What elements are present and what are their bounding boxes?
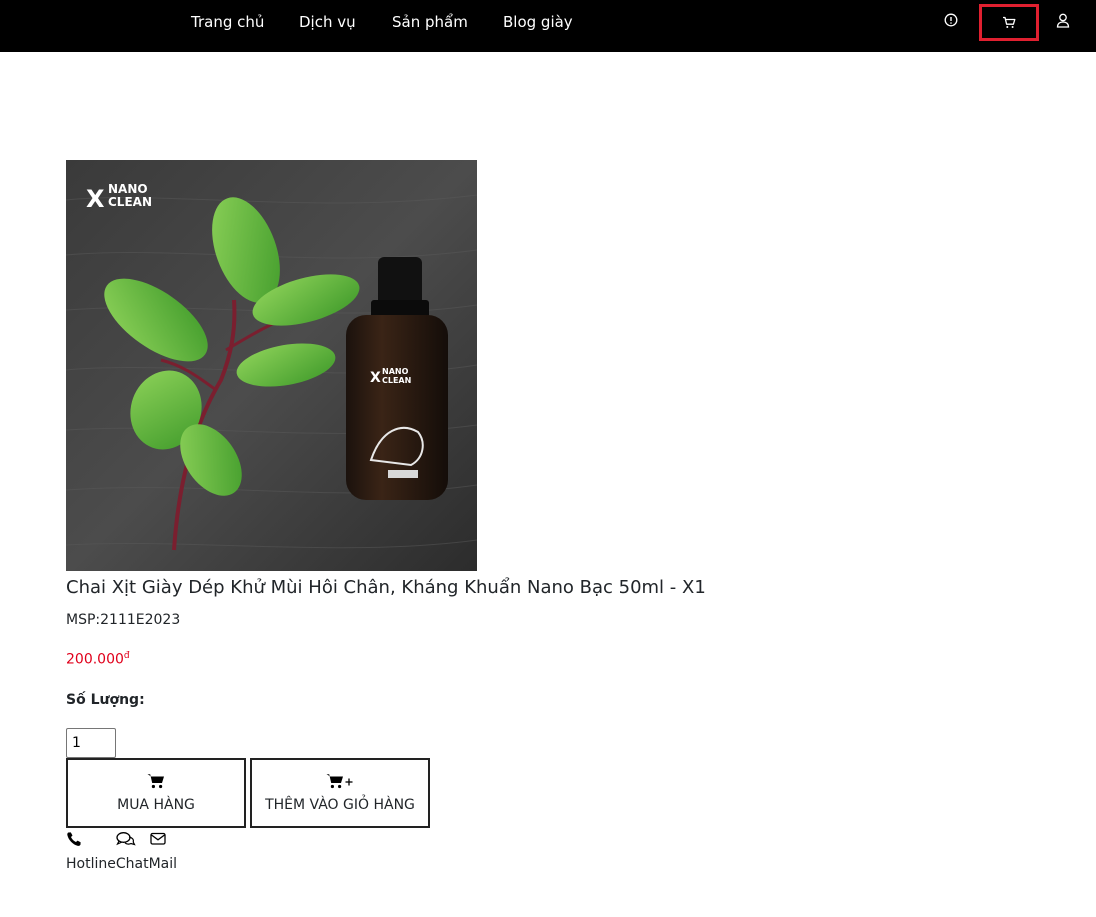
svg-text:CLEAN: CLEAN xyxy=(382,376,411,385)
svg-text:NANO: NANO xyxy=(108,182,148,196)
nav-link-products[interactable]: Sản phẩm xyxy=(392,13,468,31)
price-value: 200.000 xyxy=(66,651,124,668)
nav-link-blog[interactable]: Blog giày xyxy=(503,13,573,31)
svg-text:CLEAN: CLEAN xyxy=(108,195,152,209)
nav-link-home[interactable]: Trang chủ xyxy=(191,13,264,31)
info-icon xyxy=(944,13,958,27)
phone-icon[interactable] xyxy=(67,832,81,846)
buy-now-label: MUA HÀNG xyxy=(117,797,195,813)
mail-link[interactable]: Mail xyxy=(149,856,177,872)
product-price: 200.000đ xyxy=(66,651,130,668)
cart-icon xyxy=(1003,16,1016,28)
contact-links: HotlineChatMail xyxy=(66,856,177,872)
cart-plus-icon xyxy=(326,774,353,789)
product-image: X NANO CLEAN X NANO CLEAN xyxy=(66,160,477,571)
contact-icons xyxy=(66,830,186,854)
cart-solid-icon xyxy=(147,774,164,789)
user-button[interactable] xyxy=(1053,10,1073,30)
info-button[interactable] xyxy=(941,10,961,30)
mail-icon[interactable] xyxy=(150,832,166,845)
svg-text:X: X xyxy=(86,185,105,213)
quantity-input[interactable] xyxy=(66,728,116,758)
product-title: Chai Xịt Giày Dép Khử Mùi Hôi Chân, Khán… xyxy=(66,577,706,598)
hotline-link[interactable]: Hotline xyxy=(66,856,116,872)
svg-text:NANO: NANO xyxy=(382,367,409,376)
nav-link-services[interactable]: Dịch vụ xyxy=(299,13,356,31)
top-navbar: Trang chủ Dịch vụ Sản phẩm Blog giày xyxy=(0,0,1096,52)
currency-symbol: đ xyxy=(123,651,130,661)
chat-icon[interactable] xyxy=(116,832,136,846)
add-to-cart-button[interactable]: THÊM VÀO GIỎ HÀNG xyxy=(250,758,430,828)
user-icon xyxy=(1056,13,1070,28)
chat-link[interactable]: Chat xyxy=(116,856,149,872)
brand-logo: X NANO CLEAN xyxy=(86,182,152,213)
buy-now-button[interactable]: MUA HÀNG xyxy=(66,758,246,828)
quantity-label: Số Lượng: xyxy=(66,692,145,708)
svg-text:X: X xyxy=(370,370,381,386)
add-to-cart-label: THÊM VÀO GIỎ HÀNG xyxy=(265,797,415,813)
product-sku: MSP:2111E2023 xyxy=(66,612,181,628)
cart-button[interactable] xyxy=(979,4,1039,41)
